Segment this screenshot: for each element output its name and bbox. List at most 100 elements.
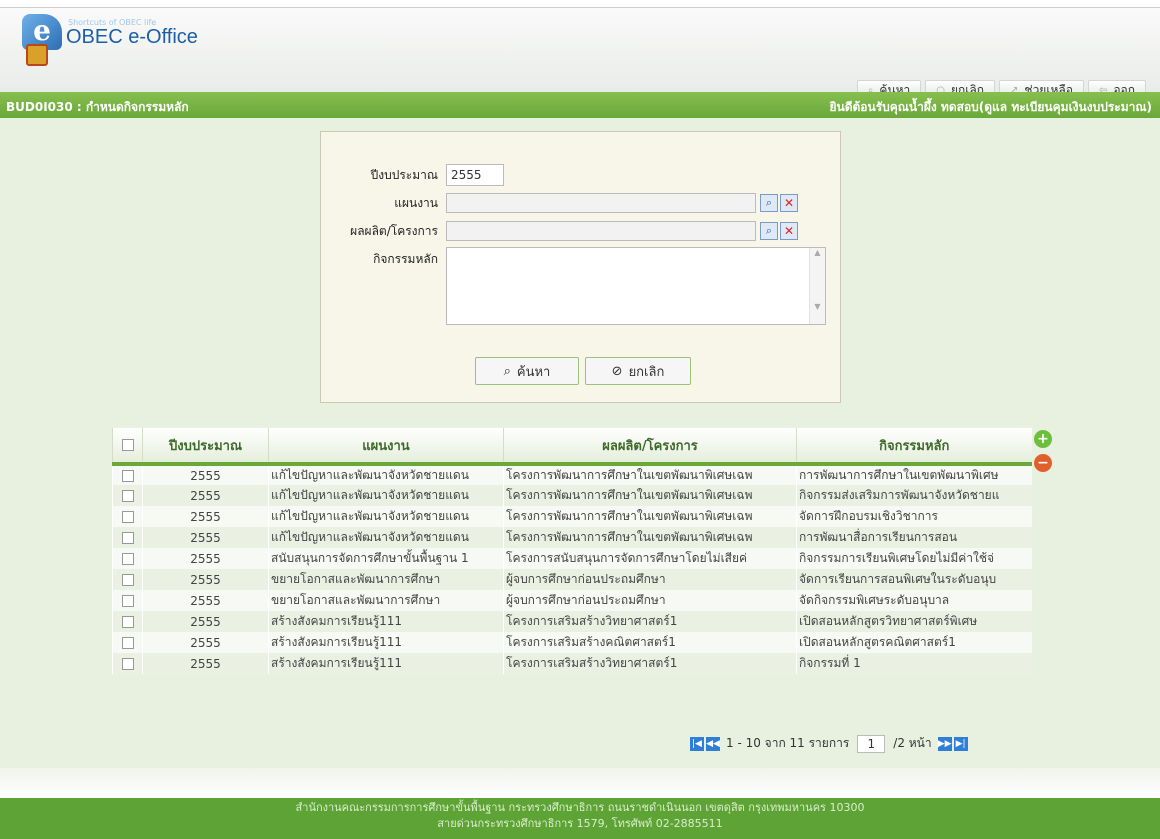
cell-project: โครงการพัฒนาการศึกษาในเขตพัฒนาพิเศษเฉพ (503, 485, 797, 506)
last-page-icon[interactable]: ▶| (953, 736, 968, 751)
project-label: ผลผลิต/โครงการ (350, 223, 438, 238)
cell-year: 2555 (142, 569, 269, 590)
cell-year: 2555 (142, 653, 269, 674)
cell-year: 2555 (142, 548, 269, 569)
cell-project: โครงการพัฒนาการศึกษาในเขตพัฒนาพิเศษเฉพ (503, 506, 797, 527)
row-checkbox[interactable] (121, 658, 134, 670)
table-row[interactable]: 2555 สนับสนุนการจัดการศึกษาขั้นพื้นฐาน 1โ… (112, 548, 1032, 569)
cell-year: 2555 (142, 464, 269, 485)
plan-lookup-icon[interactable]: ⌕ (760, 194, 778, 212)
select-all-checkbox[interactable] (121, 439, 134, 451)
row-checkbox[interactable] (121, 490, 134, 502)
year-input[interactable]: 2555 (446, 164, 504, 186)
cancel-icon: ⊘ (611, 363, 623, 379)
cell-project: โครงการเสริมสร้างวิทยาศาสตร์1 (503, 653, 797, 674)
project-input[interactable] (446, 221, 756, 241)
cell-activity: เปิดสอนหลักสูตรวิทยาศาสตร์พิเศษ (796, 611, 1032, 632)
table-row[interactable]: 2555 สร้างสังคมการเรียนรู้111 โครงการเสริม… (112, 632, 1032, 653)
row-checkbox[interactable] (121, 470, 134, 482)
row-select-cell (112, 548, 143, 569)
table-row[interactable]: 2555 สร้างสังคมการเรียนรู้111 โครงการเสริม… (112, 653, 1032, 674)
plan-clear-icon[interactable]: ✕ (780, 194, 798, 212)
cell-year: 2555 (142, 611, 269, 632)
row-checkbox[interactable] (121, 574, 134, 586)
activity-textarea[interactable]: ▲ ▼ (446, 247, 826, 325)
row-select-cell (112, 485, 143, 506)
table-row[interactable]: 2555 แก้ไขปัญหาและพัฒนาจังหวัดชายแดน โครงก… (112, 485, 1032, 506)
plan-input[interactable] (446, 193, 756, 213)
search-icon: ⌕ (503, 363, 511, 379)
select-all-header (112, 428, 143, 466)
cell-plan: สนับสนุนการจัดการศึกษาขั้นพื้นฐาน 1 (268, 548, 504, 569)
cell-year: 2555 (142, 632, 269, 653)
row-checkbox[interactable] (121, 511, 134, 523)
cancel-button-label: ยกเลิก (628, 364, 665, 380)
cell-plan: ขยายโอกาสและพัฒนาการศึกษา (268, 569, 504, 590)
page-number-value: 1 (867, 736, 876, 751)
table-action-icons: + − (1034, 430, 1054, 472)
cell-activity: การพัฒนาสื่อการเรียนการสอน (796, 527, 1032, 548)
cell-activity: กิจกรรมที่ 1 (796, 653, 1032, 674)
top-strip (0, 0, 1160, 8)
first-page-icon[interactable]: |◀ (690, 736, 704, 751)
add-icon[interactable]: + (1034, 430, 1052, 448)
row-checkbox[interactable] (121, 616, 134, 628)
row-checkbox[interactable] (121, 637, 134, 649)
col-activity-header[interactable]: กิจกรรมหลัก (796, 428, 1032, 466)
col-project-header[interactable]: ผลผลิต/โครงการ (503, 428, 797, 466)
cell-year: 2555 (142, 527, 269, 548)
page-footer: สำนักงานคณะกรรมการการศึกษาขั้นพื้นฐาน กร… (0, 798, 1160, 839)
footer-hotline: สายด่วนกระทรวงศึกษาธิการ 1579, โทรศัพท์ … (437, 817, 723, 830)
prev-page-icon[interactable]: ◀◀ (706, 736, 720, 751)
table-row[interactable]: 2555 แก้ไขปัญหาและพัฒนาจังหวัดชายแดน โครงก… (112, 464, 1032, 485)
cell-plan: ขยายโอกาสและพัฒนาการศึกษา (268, 590, 504, 611)
pager: |◀ ◀◀ 1 - 10 จาก 11 รายการ 1 /2 หน้า ▶▶ … (690, 734, 968, 753)
table-header-row: ปีงบประมาณ แผนงาน ผลผลิต/โครงการ กิจกรรม… (112, 428, 1032, 466)
cell-year: 2555 (142, 590, 269, 611)
cell-activity: กิจกรรมการเรียนพิเศษโดยไม่มีค่าใช้จ่ (796, 548, 1032, 569)
page-number-input[interactable]: 1 (857, 734, 886, 753)
col-year-header[interactable]: ปีงบประมาณ (142, 428, 269, 466)
cell-project: โครงการพัฒนาการศึกษาในเขตพัฒนาพิเศษเฉพ (503, 527, 797, 548)
row-select-cell (112, 611, 143, 632)
project-clear-icon[interactable]: ✕ (780, 222, 798, 240)
row-checkbox[interactable] (121, 532, 134, 544)
cancel-button[interactable]: ⊘ ยกเลิก (585, 357, 691, 385)
plan-row: แผนงาน ⌕ ✕ (321, 193, 798, 213)
row-checkbox[interactable] (121, 553, 134, 565)
cell-project: โครงการเสริมสร้างวิทยาศาสตร์1 (503, 611, 797, 632)
search-form: ปีงบประมาณ 2555 แผนงาน ⌕ ✕ ผลผลิต/โครงกา… (320, 131, 841, 403)
textarea-scrollbar[interactable]: ▲ ▼ (809, 248, 825, 324)
cell-plan: แก้ไขปัญหาและพัฒนาจังหวัดชายแดน (268, 485, 504, 506)
screen-title-bar: BUD0I030 : กำหนดกิจกรรมหลัก ยินดีต้อนรับ… (0, 92, 1160, 118)
table-row[interactable]: 2555 แก้ไขปัญหาและพัฒนาจังหวัดชายแดน โครงก… (112, 506, 1032, 527)
row-select-cell (112, 590, 143, 611)
cell-plan: สร้างสังคมการเรียนรู้111 (268, 653, 504, 674)
col-plan-header[interactable]: แผนงาน (268, 428, 504, 466)
search-button-label: ค้นหา (516, 364, 551, 380)
search-button[interactable]: ⌕ ค้นหา (475, 357, 579, 385)
cell-project: โครงการพัฒนาการศึกษาในเขตพัฒนาพิเศษเฉพ (503, 464, 797, 485)
app-header: e Shortcuts of OBEC life OBEC e-Office ⌕… (0, 8, 1160, 100)
table-row[interactable]: 2555 ขยายโอกาสและพัฒนาการศึกษา ผู้จบการศึก… (112, 569, 1032, 590)
row-checkbox[interactable] (121, 595, 134, 607)
app-logo: e (22, 14, 62, 66)
cell-year: 2555 (142, 485, 269, 506)
row-select-cell (112, 527, 143, 548)
next-page-icon[interactable]: ▶▶ (937, 736, 952, 751)
row-select-cell (112, 464, 143, 485)
activity-label: กิจกรรมหลัก (373, 252, 438, 266)
table-row[interactable]: 2555 ขยายโอกาสและพัฒนาการศึกษา ผู้จบการศึก… (112, 590, 1032, 611)
cell-project: โครงการเสริมสร้างคณิตศาสตร์1 (503, 632, 797, 653)
cell-year: 2555 (142, 506, 269, 527)
year-label: ปีงบประมาณ (370, 167, 438, 182)
year-row: ปีงบประมาณ 2555 (321, 164, 504, 186)
brand-name: OBEC e-Office (66, 26, 198, 48)
year-value: 2555 (451, 168, 482, 182)
row-select-cell (112, 506, 143, 527)
row-select-cell (112, 569, 143, 590)
project-lookup-icon[interactable]: ⌕ (760, 222, 778, 240)
delete-icon[interactable]: − (1034, 454, 1052, 472)
table-row[interactable]: 2555 แก้ไขปัญหาและพัฒนาจังหวัดชายแดน โครงก… (112, 527, 1032, 548)
table-row[interactable]: 2555 สร้างสังคมการเรียนรู้111 โครงการเสริม… (112, 611, 1032, 632)
